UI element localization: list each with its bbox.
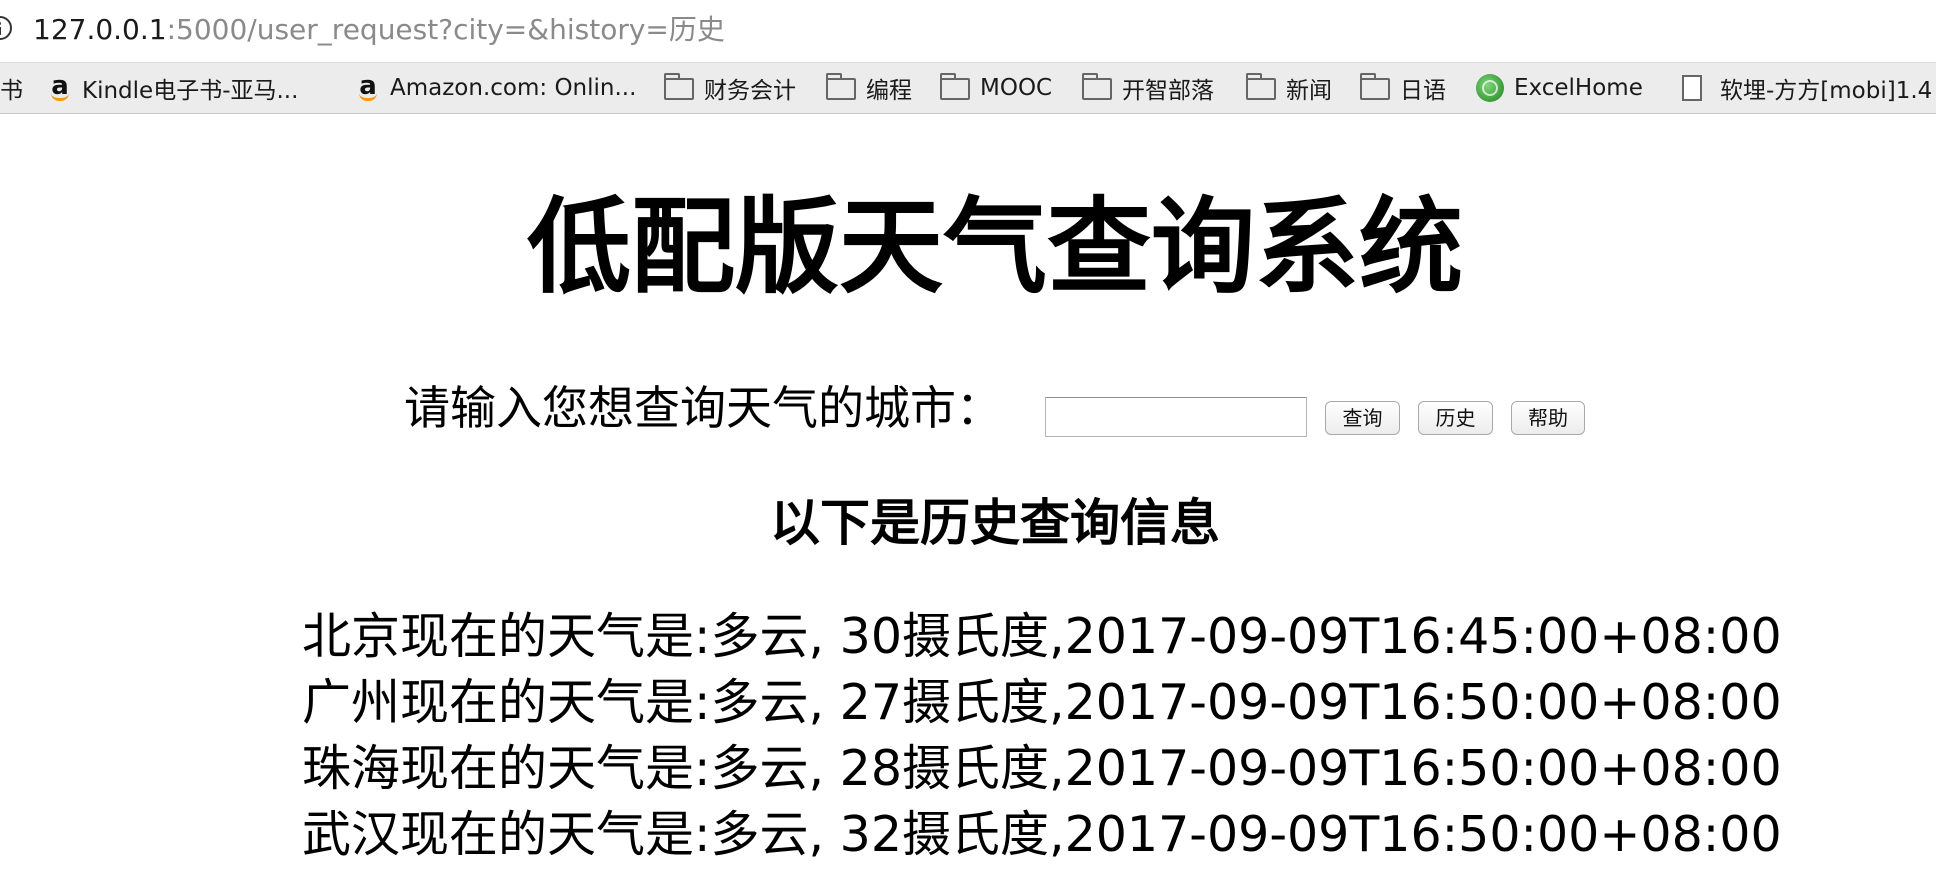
bookmark-label: MOOC [980, 75, 1053, 101]
history-button[interactable]: 历史 [1418, 401, 1493, 435]
bookmark-kindle[interactable]: a Kindle电子书-亚马... [48, 71, 298, 105]
document-icon [1682, 75, 1702, 101]
url-bar[interactable]: 127.0.0.1:5000/user_request?city=&histor… [0, 0, 1936, 62]
folder-icon [664, 73, 694, 100]
folder-icon [826, 73, 856, 100]
bookmark-label: 开智部落 [1122, 78, 1214, 104]
bookmark-label: Kindle电子书-亚马... [82, 78, 299, 104]
city-input[interactable] [1045, 397, 1307, 437]
globe-icon [1476, 74, 1504, 102]
folder-icon [1082, 73, 1112, 100]
bookmark-folder-programming[interactable]: 编程 [826, 71, 912, 105]
city-prompt-label: 请输入您想查询天气的城市： [404, 381, 1002, 435]
history-list: 北京现在的天气是:多云, 30摄氏度,2017-09-09T16:45:00+0… [302, 604, 1782, 868]
page-title: 低配版天气查询系统 [526, 186, 1463, 308]
bookmark-label: ExcelHome [1514, 75, 1643, 101]
history-item: 珠海现在的天气是:多云, 28摄氏度,2017-09-09T16:50:00+0… [302, 740, 1782, 797]
amazon-icon: a [356, 73, 380, 101]
bookmark-label: Amazon.com: Onlin... [390, 75, 637, 101]
bookmark-document[interactable]: 软埋-方方[mobi]1.4 [1682, 71, 1932, 105]
info-icon[interactable] [0, 16, 12, 40]
history-item: 北京现在的天气是:多云, 30摄氏度,2017-09-09T16:45:00+0… [302, 608, 1782, 665]
url-host: 127.0.0.1 [33, 13, 167, 46]
folder-icon [1360, 73, 1390, 100]
history-subtitle: 以下是历史查询信息 [770, 494, 1220, 552]
bookmark-label: 书 [0, 78, 23, 104]
bookmark-book[interactable]: 书 [0, 71, 23, 105]
history-item: 武汉现在的天气是:多云, 32摄氏度,2017-09-09T16:50:00+0… [302, 806, 1782, 863]
bookmark-label: 日语 [1400, 78, 1446, 104]
bookmark-folder-finance[interactable]: 财务会计 [664, 71, 796, 105]
url-path: :5000/user_request?city=&history=历史 [166, 13, 725, 46]
query-button[interactable]: 查询 [1325, 401, 1400, 435]
url-text[interactable]: 127.0.0.1:5000/user_request?city=&histor… [33, 12, 725, 48]
bookmark-label: 新闻 [1286, 78, 1332, 104]
folder-icon [1246, 73, 1276, 100]
bookmark-label: 编程 [866, 78, 912, 104]
bookmark-folder-news[interactable]: 新闻 [1246, 71, 1332, 105]
bookmark-folder-kaizhi[interactable]: 开智部落 [1082, 71, 1214, 105]
folder-icon [940, 73, 970, 100]
amazon-icon: a [48, 73, 72, 101]
bookmark-label: 软埋-方方[mobi]1.4 [1720, 78, 1933, 104]
help-button[interactable]: 帮助 [1511, 401, 1585, 435]
bookmark-amazon[interactable]: a Amazon.com: Onlin... [356, 71, 636, 105]
bookmark-label: 财务会计 [704, 78, 796, 104]
bookmark-folder-japanese[interactable]: 日语 [1360, 71, 1446, 105]
history-item: 广州现在的天气是:多云, 27摄氏度,2017-09-09T16:50:00+0… [302, 674, 1782, 731]
bookmark-excelhome[interactable]: ExcelHome [1476, 71, 1643, 105]
bookmarks-bar: 书 a Kindle电子书-亚马... a Amazon.com: Onlin.… [0, 62, 1936, 114]
bookmark-folder-mooc[interactable]: MOOC [940, 71, 1052, 105]
